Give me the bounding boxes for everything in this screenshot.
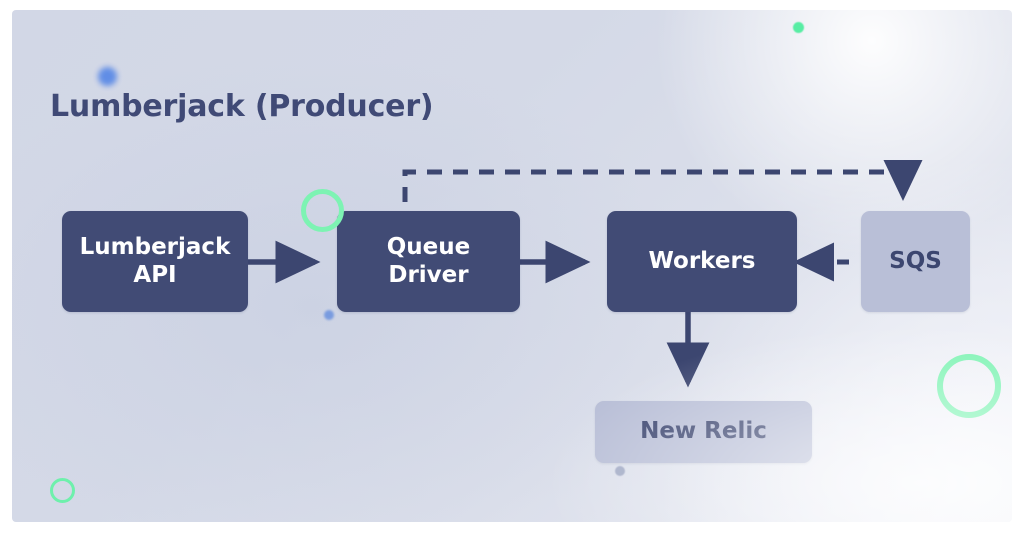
node-label: New Relic (640, 418, 767, 445)
decor-dot-blue-queue-driver (324, 310, 334, 320)
node-label-line2: API (133, 261, 177, 288)
node-workers[interactable]: Workers (607, 211, 797, 312)
node-lumberjack-api[interactable]: Lumberjack API (62, 211, 248, 312)
decor-ring-bottom-left (50, 478, 75, 503)
decor-dot-grey-new-relic (615, 466, 625, 476)
node-label: SQS (889, 247, 942, 274)
diagram-canvas: Lumberjack (Producer) Lumberjack API Que… (0, 0, 1024, 534)
node-label-line1: Queue (386, 234, 471, 261)
node-new-relic[interactable]: New Relic (595, 401, 812, 463)
decor-dot-green-top-right (793, 22, 804, 33)
node-label-line2: Driver (388, 261, 469, 288)
node-label-line1: Lumberjack (79, 234, 231, 261)
node-queue-driver[interactable]: Queue Driver (337, 211, 520, 312)
decor-ring-near-queue-driver (301, 189, 344, 232)
page-title: Lumberjack (Producer) (50, 89, 434, 124)
decor-ring-right (937, 354, 1001, 418)
node-label: Workers (648, 247, 756, 274)
node-label: Lumberjack API (80, 234, 231, 288)
slide-surface: Lumberjack (Producer) Lumberjack API Que… (12, 10, 1012, 522)
node-sqs[interactable]: SQS (861, 211, 970, 312)
decor-dot-blue-title (98, 67, 117, 86)
connector-queue-to-sqs (402, 160, 923, 202)
node-label: Queue Driver (387, 234, 471, 288)
